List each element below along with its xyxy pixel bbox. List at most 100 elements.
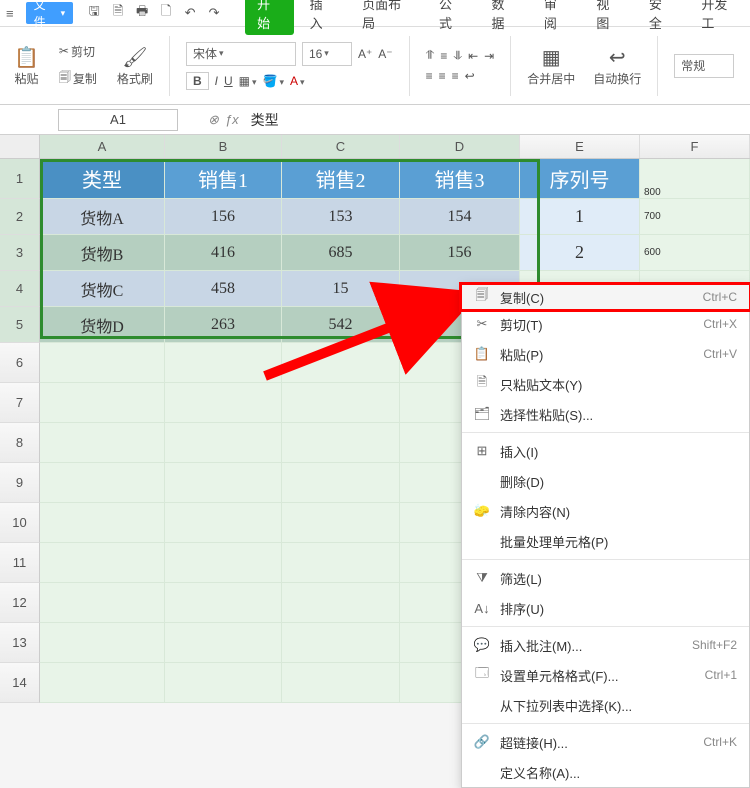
cell[interactable]: 15: [282, 271, 400, 307]
print-preview-icon[interactable]: 🗋: [155, 2, 177, 24]
cell[interactable]: [165, 423, 282, 463]
undo-icon[interactable]: ↶: [179, 2, 201, 24]
cell[interactable]: [282, 543, 400, 583]
cell[interactable]: [165, 583, 282, 623]
italic-button[interactable]: I: [215, 74, 218, 88]
border-button[interactable]: ▦▾: [239, 74, 257, 88]
tab-formulas[interactable]: 公式: [427, 0, 475, 35]
cell[interactable]: [40, 343, 165, 383]
cell[interactable]: [40, 663, 165, 703]
tab-data[interactable]: 数据: [479, 0, 527, 35]
number-format-select[interactable]: 常规: [674, 54, 734, 78]
align-bottom-icon[interactable]: ⥥: [453, 48, 462, 63]
menu-item[interactable]: 🗐复制(C)Ctrl+C: [459, 282, 750, 312]
cancel-formula-icon[interactable]: ⊗: [208, 112, 219, 128]
menu-item[interactable]: 🧽清除内容(N): [462, 496, 749, 526]
file-menu-button[interactable]: 文件 ▾: [26, 2, 74, 24]
tab-security[interactable]: 安全: [637, 0, 685, 35]
cell[interactable]: 600: [640, 235, 750, 271]
menu-item[interactable]: 🗎只粘贴文本(Y): [462, 369, 749, 399]
cell[interactable]: [165, 503, 282, 543]
indent-decrease-icon[interactable]: ⇤: [468, 49, 478, 63]
menu-item[interactable]: ✂剪切(T)Ctrl+X: [462, 309, 749, 339]
format-painter-icon[interactable]: 🖌: [122, 45, 147, 70]
cell[interactable]: [165, 343, 282, 383]
hamburger-icon[interactable]: ≡: [0, 6, 20, 21]
align-top-icon[interactable]: ⥣: [426, 48, 435, 63]
tab-review[interactable]: 审阅: [532, 0, 580, 35]
print-icon[interactable]: 🖶: [131, 2, 153, 24]
cell[interactable]: [40, 583, 165, 623]
row-header-6[interactable]: 6: [0, 343, 40, 383]
fx-icon[interactable]: ƒx: [225, 112, 239, 128]
cell[interactable]: 685: [282, 235, 400, 271]
align-center-icon[interactable]: ≡: [439, 69, 446, 83]
cell[interactable]: 700: [640, 199, 750, 235]
align-left-icon[interactable]: ≡: [426, 69, 433, 83]
cell[interactable]: 416: [165, 235, 282, 271]
cell[interactable]: 458: [165, 271, 282, 307]
menu-item[interactable]: 定义名称(A)...: [462, 757, 749, 787]
cell[interactable]: [282, 423, 400, 463]
menu-item[interactable]: 🗔设置单元格格式(F)...Ctrl+1: [462, 660, 749, 690]
formula-input[interactable]: [247, 109, 742, 131]
select-all-corner[interactable]: [0, 135, 40, 158]
cell[interactable]: 货物A: [40, 199, 165, 235]
menu-item[interactable]: 💬插入批注(M)...Shift+F2: [462, 630, 749, 660]
cell[interactable]: 156: [165, 199, 282, 235]
cell[interactable]: [165, 543, 282, 583]
decrease-font-icon[interactable]: A⁻: [378, 47, 392, 61]
cell[interactable]: 类型: [40, 159, 165, 199]
menu-item[interactable]: 🔗超链接(H)...Ctrl+K: [462, 727, 749, 757]
cell[interactable]: [282, 463, 400, 503]
cell[interactable]: [282, 583, 400, 623]
wrap-text-icon[interactable]: ↩: [465, 69, 475, 83]
cell[interactable]: 154: [400, 199, 520, 235]
tab-developer[interactable]: 开发工: [689, 0, 750, 35]
name-box[interactable]: A1: [58, 109, 178, 131]
cell[interactable]: 销售1: [165, 159, 282, 199]
cell[interactable]: 销售2: [282, 159, 400, 199]
cell[interactable]: 序列号: [520, 159, 640, 199]
cell[interactable]: [40, 623, 165, 663]
cell[interactable]: [40, 543, 165, 583]
cell[interactable]: [282, 663, 400, 703]
cell[interactable]: 2: [520, 235, 640, 271]
row-header-10[interactable]: 10: [0, 503, 40, 543]
cell[interactable]: [40, 383, 165, 423]
paste-icon[interactable]: 📋: [14, 45, 39, 70]
increase-font-icon[interactable]: A⁺: [358, 47, 372, 61]
cell[interactable]: [282, 503, 400, 543]
tab-insert[interactable]: 插入: [298, 0, 346, 35]
col-header-A[interactable]: A: [40, 135, 165, 158]
cell[interactable]: [40, 503, 165, 543]
menu-item[interactable]: ⊞插入(I): [462, 436, 749, 466]
font-size-select[interactable]: 16▾: [302, 42, 352, 66]
row-header-4[interactable]: 4: [0, 271, 40, 307]
cell[interactable]: 销售3: [400, 159, 520, 199]
font-name-select[interactable]: 宋体▾: [186, 42, 296, 66]
cell[interactable]: 156: [400, 235, 520, 271]
row-header-11[interactable]: 11: [0, 543, 40, 583]
menu-item[interactable]: 从下拉列表中选择(K)...: [462, 690, 749, 720]
row-header-13[interactable]: 13: [0, 623, 40, 663]
col-header-C[interactable]: C: [282, 135, 400, 158]
bold-button[interactable]: B: [186, 72, 209, 90]
cell[interactable]: [165, 463, 282, 503]
row-header-14[interactable]: 14: [0, 663, 40, 703]
row-header-7[interactable]: 7: [0, 383, 40, 423]
col-header-E[interactable]: E: [520, 135, 640, 158]
col-header-F[interactable]: F: [640, 135, 750, 158]
cell[interactable]: 542: [282, 307, 400, 343]
tab-page-layout[interactable]: 页面布局: [350, 0, 423, 35]
cell[interactable]: 153: [282, 199, 400, 235]
row-header-2[interactable]: 2: [0, 199, 40, 235]
cell[interactable]: [40, 423, 165, 463]
cell[interactable]: 1: [520, 199, 640, 235]
cell[interactable]: [40, 463, 165, 503]
tab-home[interactable]: 开始: [245, 0, 293, 35]
save-as-icon[interactable]: 🗎: [107, 2, 129, 24]
menu-item[interactable]: 🗂选择性粘贴(S)...: [462, 399, 749, 429]
merge-center-icon[interactable]: ▦: [542, 45, 561, 70]
cell[interactable]: 263: [165, 307, 282, 343]
